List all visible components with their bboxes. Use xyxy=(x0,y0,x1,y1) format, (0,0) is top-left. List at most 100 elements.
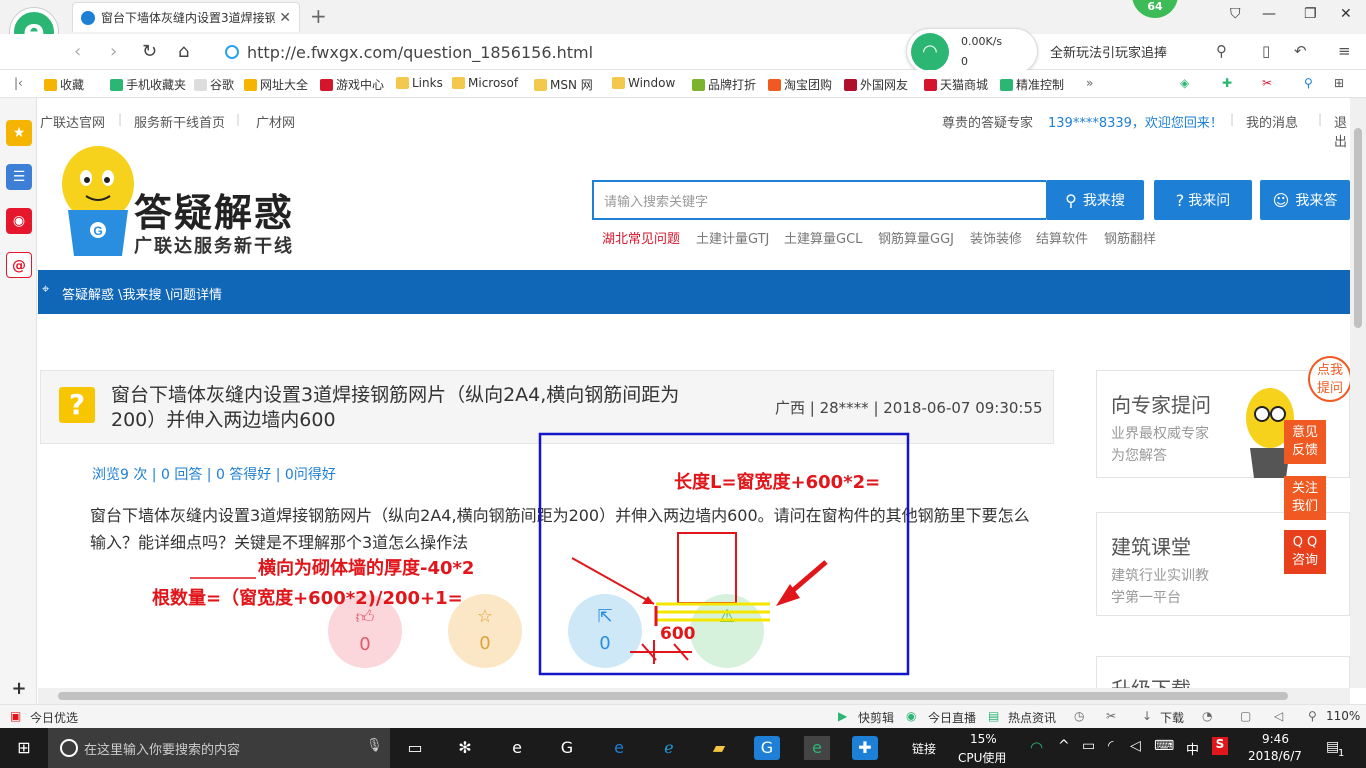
sound-icon[interactable]: ◁ xyxy=(1274,709,1283,723)
hot-tag[interactable]: 钢筋翻样 xyxy=(1104,228,1156,247)
phone-icon[interactable]: ▯ xyxy=(1262,42,1270,60)
scroll-thumb[interactable] xyxy=(1354,128,1362,328)
logout-link[interactable]: 退出 xyxy=(1334,112,1350,150)
edge-icon[interactable]: e xyxy=(606,736,632,760)
zoom-level[interactable]: 110% xyxy=(1326,709,1360,723)
shirt-icon[interactable]: ⛉ xyxy=(1230,6,1241,22)
add-sidebar-icon[interactable]: + xyxy=(6,676,32,702)
bookmark-item[interactable]: 游戏中心 xyxy=(320,76,384,93)
more-bookmarks-button[interactable]: » xyxy=(1086,76,1093,90)
network-icon[interactable]: ◜ xyxy=(1108,738,1113,754)
hot-tag[interactable]: 湖北常见问题 xyxy=(602,228,680,247)
bookmark-item[interactable]: Links xyxy=(396,76,443,90)
status-item[interactable]: 今日直播 xyxy=(928,709,976,726)
ask-bubble[interactable]: 点我 提问 xyxy=(1308,356,1350,402)
volume-icon[interactable]: ◁ xyxy=(1130,738,1141,754)
bookmark-item[interactable]: 精准控制 xyxy=(1000,76,1064,93)
speed-icon[interactable]: ◷ xyxy=(1074,709,1084,723)
active-browser-icon[interactable]: e xyxy=(804,736,830,760)
bookmark-item[interactable]: 网址大全 xyxy=(244,76,308,93)
follow-tab[interactable]: 关注 我们 xyxy=(1284,476,1326,520)
url-field[interactable]: http://e.fwxgx.com/question_1856156.html xyxy=(225,40,905,64)
status-item[interactable]: 下载 xyxy=(1160,709,1184,726)
wifi-tray-icon[interactable]: ◠ xyxy=(1030,738,1043,756)
bookmark-item[interactable]: 收藏 xyxy=(44,76,84,93)
fan-app-icon[interactable]: ✻ xyxy=(452,736,478,760)
restore-icon[interactable]: ❐ xyxy=(1304,6,1317,22)
bookmark-item[interactable]: 淘宝团购 xyxy=(768,76,832,93)
sogou-icon[interactable]: S xyxy=(1212,737,1228,755)
daily-picks-link[interactable]: 今日优选 xyxy=(30,709,78,726)
file-explorer-icon[interactable]: ▰ xyxy=(706,736,732,760)
chevron-up-icon[interactable]: ^ xyxy=(1058,738,1070,754)
collapse-icon[interactable]: |‹ xyxy=(14,76,23,90)
weibo-icon[interactable]: ◉ xyxy=(6,208,32,234)
scroll-thumb[interactable] xyxy=(58,692,1288,700)
list-icon[interactable]: ☰ xyxy=(6,164,32,190)
favorites-star-icon[interactable]: ★ xyxy=(6,120,32,146)
browser-tab[interactable]: 窗台下墙体灰缝内设置3道焊接钢 ✕ xyxy=(72,2,300,32)
ie-icon[interactable]: ℯ xyxy=(656,736,682,760)
answer-button[interactable]: ☺ 我来答 xyxy=(1260,180,1350,220)
breadcrumb[interactable]: 答疑解惑 \我来搜 \问题详情 xyxy=(62,284,222,303)
clock-date[interactable]: 2018/6/7 xyxy=(1248,749,1302,763)
bookmark-item[interactable]: 天猫商城 xyxy=(924,76,988,93)
hot-tag[interactable]: 钢筋算量GGJ xyxy=(878,228,954,247)
hot-tag[interactable]: 土建计量GTJ xyxy=(696,228,769,247)
browser-e-icon[interactable]: e xyxy=(504,736,530,760)
home-icon[interactable]: ⌂ xyxy=(178,41,189,62)
plus-icon[interactable]: ✚ xyxy=(1222,76,1232,90)
window-icon[interactable]: ▢ xyxy=(1240,709,1251,723)
refresh-icon[interactable]: ↻ xyxy=(142,41,157,62)
close-window-icon[interactable]: ✕ xyxy=(1340,6,1352,22)
link-label[interactable]: 链接 xyxy=(912,740,936,757)
top-link[interactable]: 广联达官网 xyxy=(40,112,105,131)
wifi-widget[interactable]: ◠ 0.00K/s 0 xyxy=(906,28,1038,74)
mail-icon[interactable]: @ xyxy=(6,252,32,278)
bookmark-item[interactable]: Microsof xyxy=(452,76,518,90)
grid-icon[interactable]: ⊞ xyxy=(1334,76,1344,90)
report-button[interactable]: ⚠ xyxy=(690,594,764,668)
keyboard-icon[interactable]: ⌨ xyxy=(1154,738,1174,754)
horizontal-scrollbar[interactable] xyxy=(38,688,1350,704)
feedback-tab[interactable]: 意见 反馈 xyxy=(1284,420,1326,464)
clock-time[interactable]: 9:46 xyxy=(1262,732,1289,746)
close-tab-icon[interactable]: ✕ xyxy=(279,10,291,26)
user-phone-link[interactable]: 139****8339，欢迎您回来！ xyxy=(1048,112,1223,131)
ask-button[interactable]: ? 我来问 xyxy=(1154,180,1252,220)
app-g-icon[interactable]: G xyxy=(554,736,580,760)
top-link[interactable]: 服务新干线首页 xyxy=(134,112,225,131)
bookmark-item[interactable]: 品牌打折 xyxy=(692,76,756,93)
hot-tag[interactable]: 土建算量GCL xyxy=(784,228,862,247)
status-item[interactable]: 快剪辑 xyxy=(858,709,894,726)
back-icon[interactable]: ‹ xyxy=(74,41,81,62)
hot-tag[interactable]: 装饰装修 xyxy=(970,228,1022,247)
notification-badge[interactable]: 64 xyxy=(1132,0,1178,18)
shield-icon[interactable]: ◈ xyxy=(1180,76,1189,90)
magnifier-icon[interactable]: ⚲ xyxy=(1304,76,1313,90)
menu-icon[interactable]: ≡ xyxy=(1338,42,1351,60)
taskbar-search-input[interactable]: 在这里输入你要搜索的内容 🎙︎ xyxy=(48,728,390,768)
battery-icon[interactable]: ▭ xyxy=(1082,738,1095,754)
my-messages-link[interactable]: 我的消息 xyxy=(1246,112,1298,131)
history-icon[interactable]: ◔ xyxy=(1202,709,1212,723)
cross-app-icon[interactable]: ✚ xyxy=(852,736,878,760)
minimize-icon[interactable]: — xyxy=(1262,6,1276,22)
forward-icon[interactable]: › xyxy=(110,41,117,62)
undo-icon[interactable]: ↶ xyxy=(1294,42,1307,60)
search-button[interactable]: ⚲ 我来搜 xyxy=(1046,180,1144,220)
qq-consult-tab[interactable]: Q Q 咨询 xyxy=(1284,530,1326,574)
download-card[interactable]: 升级下载 xyxy=(1096,656,1350,688)
vertical-scrollbar[interactable] xyxy=(1350,98,1366,688)
search-icon[interactable]: ⚲ xyxy=(1216,42,1227,60)
bookmark-item[interactable]: MSN 网 xyxy=(534,76,593,93)
bookmark-item[interactable]: Window xyxy=(612,76,675,90)
site-search-input[interactable]: 请输入搜索关键字 xyxy=(592,180,1046,220)
windows-start-icon[interactable]: ⊞ xyxy=(11,736,37,760)
top-link[interactable]: 广材网 xyxy=(256,112,295,131)
bookmark-item[interactable]: 谷歌 xyxy=(194,76,234,93)
share-button[interactable]: ⇱ 0 xyxy=(568,594,642,668)
scissors-icon[interactable]: ✂ xyxy=(1262,76,1272,90)
bookmark-item[interactable]: 手机收藏夹 xyxy=(110,76,186,93)
tools-icon[interactable]: ✂ xyxy=(1106,709,1116,723)
